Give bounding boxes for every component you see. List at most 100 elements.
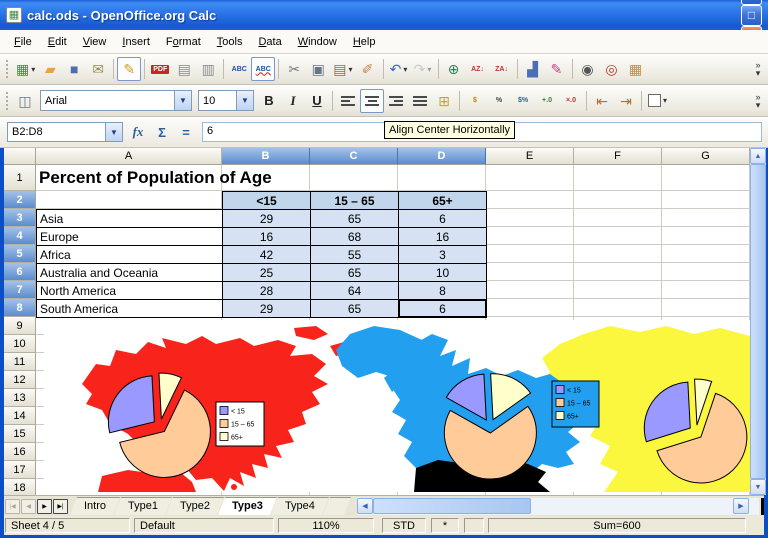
name-box[interactable]: B2:D8 ▼	[7, 122, 123, 142]
value-cell[interactable]: 29	[223, 300, 311, 318]
value-cell[interactable]: 28	[223, 282, 311, 300]
row-header-8[interactable]: 8	[4, 299, 36, 317]
name-box-dropdown-icon[interactable]: ▼	[105, 123, 122, 141]
chart-object[interactable]: < 1515 – 6565+< 1515 – 6565+	[44, 320, 750, 492]
toolbar-overflow-button[interactable]: »▾	[750, 93, 766, 109]
value-cell[interactable]: 16	[223, 228, 311, 246]
title-bar[interactable]: ▦ calc.ods - OpenOffice.org Calc _□×	[0, 0, 768, 30]
scroll-down-icon[interactable]: ▼	[750, 479, 766, 495]
value-cell[interactable]: 65	[311, 300, 399, 318]
maximize-button[interactable]: □	[741, 5, 762, 26]
add-decimal-button[interactable]: +.0	[535, 89, 559, 113]
menu-edit[interactable]: Edit	[40, 33, 75, 51]
formula-button[interactable]: =	[174, 125, 198, 140]
region-label-cell[interactable]: South America	[37, 300, 223, 318]
value-cell[interactable]: 16	[399, 228, 487, 246]
row-header-9[interactable]: 9	[4, 317, 36, 335]
menu-tools[interactable]: Tools	[209, 33, 251, 51]
column-headers[interactable]: ABCDEFG	[36, 148, 750, 165]
column-header-A[interactable]: A	[36, 148, 222, 165]
row-headers[interactable]: 123456789101112131415161718	[4, 165, 36, 495]
find-replace-button[interactable]: ◉	[576, 57, 600, 81]
last-sheet-button[interactable]: ▶|	[53, 499, 68, 514]
copy-button[interactable]: ▣	[306, 57, 330, 81]
cell-A2[interactable]	[37, 192, 223, 210]
sheet-tab-type2[interactable]: Type2	[166, 497, 224, 515]
region-label-cell[interactable]: North America	[37, 282, 223, 300]
horizontal-scroll-thumb[interactable]	[373, 498, 531, 514]
column-header-G[interactable]: G	[662, 148, 750, 165]
status-sum[interactable]: Sum=600	[488, 518, 746, 533]
value-cell[interactable]: 42	[223, 246, 311, 264]
row-header-4[interactable]: 4	[4, 227, 36, 245]
sheet-tab-type4[interactable]: Type4	[271, 497, 329, 515]
row-header-2[interactable]: 2	[4, 191, 36, 209]
region-label-cell[interactable]: Australia and Oceania	[37, 264, 223, 282]
font-name-combo[interactable]: Arial▼	[40, 90, 192, 111]
cell-grid[interactable]: <1515 – 6565+Asia29656Europe166816Africa…	[36, 165, 750, 495]
dropdown-icon[interactable]: ▾	[31, 65, 35, 74]
paste-button[interactable]: ▤▾	[330, 57, 355, 81]
row-header-10[interactable]: 10	[4, 335, 36, 353]
row-header-6[interactable]: 6	[4, 263, 36, 281]
row-header-14[interactable]: 14	[4, 407, 36, 425]
justify-button[interactable]	[408, 89, 432, 113]
increase-indent-button[interactable]: ⇥	[614, 89, 638, 113]
toolbar-grip[interactable]	[5, 91, 10, 111]
column-header-B[interactable]: B	[222, 148, 310, 165]
value-cell[interactable]: 25	[223, 264, 311, 282]
value-cell[interactable]: 6	[399, 210, 487, 228]
merge-cells-button[interactable]: ⊞	[432, 89, 456, 113]
menu-view[interactable]: View	[75, 33, 115, 51]
new-document-button[interactable]: ▦▾	[13, 57, 38, 81]
sort-descending-button[interactable]: ZA↓	[490, 57, 514, 81]
print-button[interactable]: ▤	[172, 57, 196, 81]
dropdown-icon[interactable]: ▾	[348, 65, 352, 74]
bold-button[interactable]: B	[257, 89, 281, 113]
font-size-combo[interactable]: 10▼	[198, 90, 254, 111]
toolbar-overflow-button[interactable]: »▾	[750, 61, 766, 77]
gallery-button[interactable]: ▦	[624, 57, 648, 81]
row-header-5[interactable]: 5	[4, 245, 36, 263]
currency-format-button[interactable]: $	[463, 89, 487, 113]
value-cell[interactable]: 68	[311, 228, 399, 246]
status-zoom[interactable]: 110%	[278, 518, 374, 533]
borders-button[interactable]: ▾	[645, 89, 670, 113]
column-header-C[interactable]: C	[310, 148, 398, 165]
email-document-button[interactable]: ✉	[86, 57, 110, 81]
dropdown-icon[interactable]: ▾	[403, 65, 407, 74]
sort-ascending-button[interactable]: AZ↓	[466, 57, 490, 81]
value-cell[interactable]: 10	[399, 264, 487, 282]
align-left-button[interactable]	[336, 89, 360, 113]
row-header-11[interactable]: 11	[4, 353, 36, 371]
dropdown-icon[interactable]: ▾	[427, 65, 431, 74]
sheet-tab-type1[interactable]: Type1	[114, 497, 172, 515]
insert-chart-button[interactable]: ▟	[521, 57, 545, 81]
value-cell[interactable]: 3	[399, 246, 487, 264]
status-selection-mode[interactable]: STD	[382, 518, 426, 533]
align-right-button[interactable]	[384, 89, 408, 113]
row-header-16[interactable]: 16	[4, 443, 36, 461]
edit-file-button[interactable]: ✎	[117, 57, 141, 81]
scroll-up-icon[interactable]: ▲	[750, 148, 766, 164]
vertical-scrollbar[interactable]: ▲ ▼	[750, 148, 766, 495]
row-header-18[interactable]: 18	[4, 479, 36, 495]
active-cell-D8[interactable]	[398, 299, 487, 318]
next-sheet-button[interactable]: ▶	[37, 499, 52, 514]
row-header-12[interactable]: 12	[4, 371, 36, 389]
format-paintbrush-button[interactable]: ✐	[356, 57, 380, 81]
delete-decimal-button[interactable]: ×.0	[559, 89, 583, 113]
row-header-7[interactable]: 7	[4, 281, 36, 299]
menu-insert[interactable]: Insert	[114, 33, 158, 51]
horizontal-scrollbar[interactable]: ◀ ▶	[357, 498, 759, 515]
standard-format-button[interactable]: $%	[511, 89, 535, 113]
show-draw-functions-button[interactable]: ✎	[545, 57, 569, 81]
menu-format[interactable]: Format	[158, 33, 209, 51]
menu-help[interactable]: Help	[345, 33, 384, 51]
vertical-scroll-thumb[interactable]	[750, 164, 766, 479]
sum-button[interactable]: Σ	[150, 125, 174, 140]
function-wizard-button[interactable]: fx	[126, 124, 150, 140]
minimize-button[interactable]: _	[741, 0, 762, 5]
dropdown-icon[interactable]: ▾	[663, 96, 667, 105]
menu-file[interactable]: File	[6, 33, 40, 51]
